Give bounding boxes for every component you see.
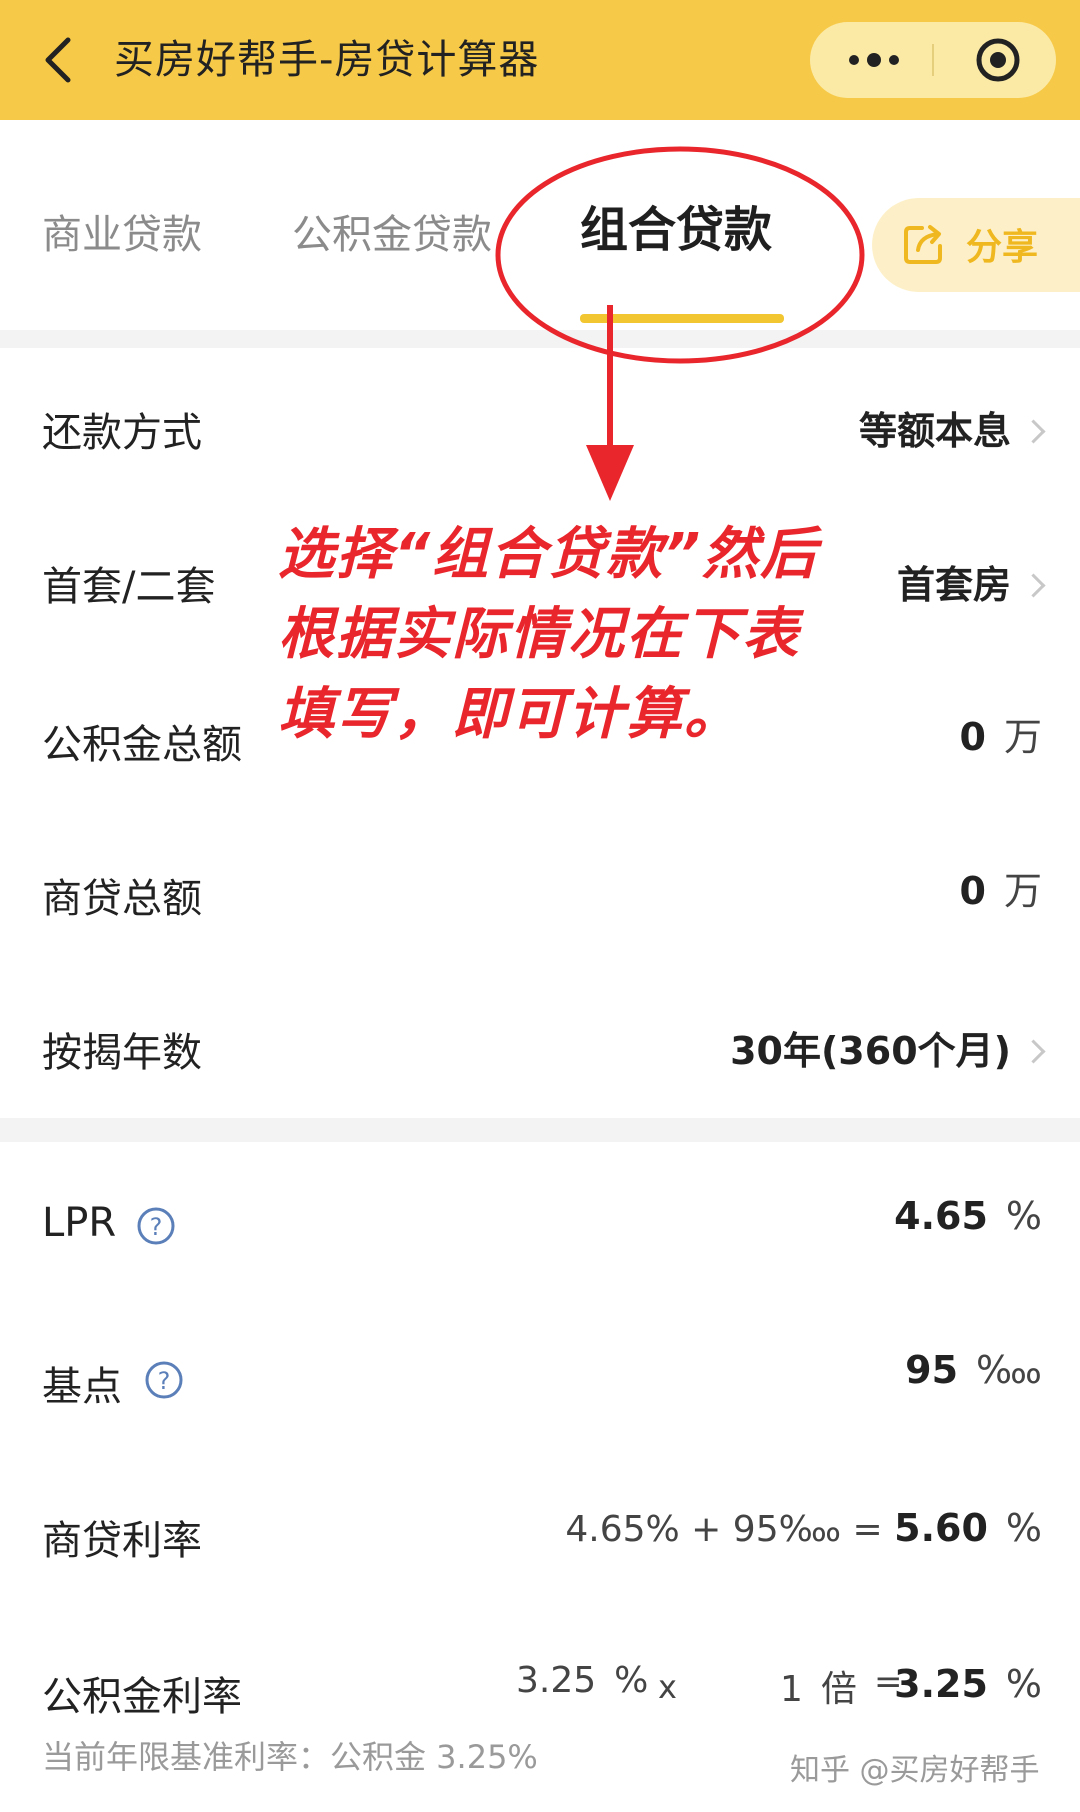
- chevron-right-icon: [1021, 1039, 1046, 1064]
- back-arrow-icon[interactable]: [38, 34, 78, 86]
- basis-points-field[interactable]: 95 ‱: [905, 1348, 1042, 1392]
- lpr-field[interactable]: 4.65%: [894, 1194, 1042, 1238]
- row-commercial-total: 商贷总额 0万: [0, 810, 1080, 966]
- commercial-rate-value: 4.65% + 95‱ = 5.60%: [565, 1506, 1042, 1550]
- help-question-icon[interactable]: ?: [144, 1360, 184, 1400]
- commercial-total-label: 商贷总额: [42, 876, 202, 922]
- svg-text:?: ?: [158, 1367, 171, 1395]
- watermark: 知乎 @买房好帮手: [790, 1753, 1040, 1788]
- close-target-icon[interactable]: [974, 36, 1022, 84]
- row-repay-method[interactable]: 还款方式 等额本息: [0, 348, 1080, 504]
- commercial-rate-formula: 4.65% + 95‱ =: [565, 1509, 895, 1550]
- highlight-ellipse: [495, 146, 865, 364]
- chevron-right-icon: [1021, 573, 1046, 598]
- fund-total-label: 公积金总额: [42, 722, 242, 768]
- multiply-sign: x: [658, 1668, 677, 1706]
- basis-points-label: 基点: [42, 1364, 122, 1410]
- share-label: 分享: [966, 227, 1039, 268]
- row-commercial-rate: 商贷利率 4.65% + 95‱ = 5.60%: [0, 1450, 1080, 1606]
- lpr-label: LPR: [42, 1200, 117, 1246]
- chevron-right-icon: [1021, 419, 1046, 444]
- fund-rate-note: 当前年限基准利率：公积金 3.25%: [42, 1738, 538, 1776]
- house-type-value: 首套房: [897, 554, 1046, 609]
- fund-rate-multiplier[interactable]: 1倍: [780, 1660, 857, 1712]
- page-title: 买房好帮手-房贷计算器: [114, 37, 540, 83]
- red-arrow-icon: [586, 305, 634, 501]
- tab-commercial-loan[interactable]: 商业贷款: [42, 202, 202, 260]
- loan-years-label: 按揭年数: [42, 1030, 202, 1076]
- loan-years-value: 30年(360个月): [730, 1020, 1046, 1075]
- help-question-icon[interactable]: ?: [136, 1206, 176, 1246]
- repay-method-value: 等额本息: [859, 400, 1046, 455]
- row-loan-years[interactable]: 按揭年数 30年(360个月): [0, 964, 1080, 1120]
- fund-rate-result: 3.25%: [894, 1662, 1042, 1706]
- fund-total-field[interactable]: 0万: [960, 706, 1042, 761]
- share-button[interactable]: 分享: [872, 198, 1080, 292]
- section-gap: [0, 1118, 1080, 1142]
- row-basis-points: 基点 ? 95 ‱: [0, 1296, 1080, 1452]
- more-icon[interactable]: [846, 50, 902, 70]
- title-bar: 买房好帮手-房贷计算器: [0, 0, 1080, 120]
- repay-method-label: 还款方式: [42, 410, 202, 456]
- fund-rate-label: 公积金利率: [42, 1674, 242, 1720]
- commercial-rate-label: 商贷利率: [42, 1518, 202, 1564]
- tab-provident-fund-loan[interactable]: 公积金贷款: [292, 202, 492, 260]
- mini-program-capsule: [810, 22, 1056, 98]
- house-type-label: 首套/二套: [42, 564, 216, 610]
- share-icon: [904, 225, 942, 264]
- commercial-total-field[interactable]: 0万: [960, 860, 1042, 915]
- svg-text:?: ?: [150, 1213, 163, 1241]
- annotation-text: 选择“组合贷款”然后根据实际情况在下表填写，即可计算。: [278, 522, 819, 747]
- row-lpr: LPR ? 4.65%: [0, 1142, 1080, 1298]
- fund-rate-base: 3.25%: [516, 1660, 649, 1701]
- capsule-divider: [932, 44, 934, 76]
